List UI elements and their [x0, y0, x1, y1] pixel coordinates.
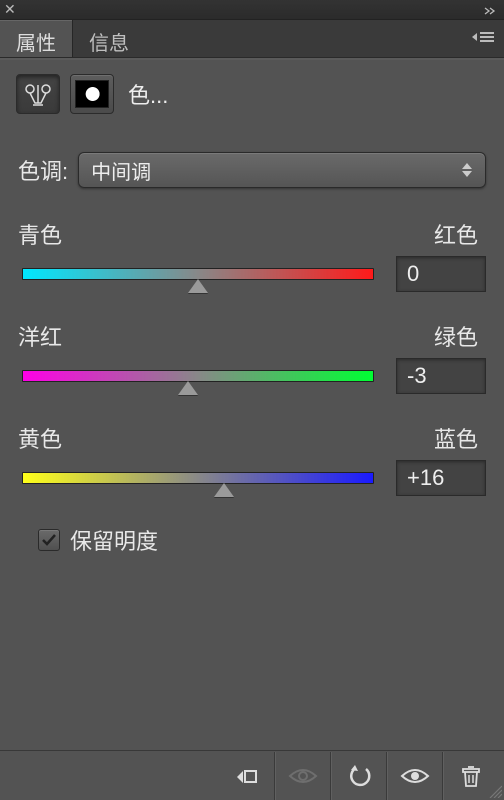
panel-body: 色调: 中间调 青色 红色 0 洋红 绿色: [0, 128, 504, 750]
toggle-visibility-button[interactable]: [386, 752, 442, 800]
tone-dropdown[interactable]: 中间调: [78, 152, 486, 188]
close-icon[interactable]: ✕: [4, 1, 16, 18]
preserve-luminosity-label: 保留明度: [70, 524, 158, 556]
slider-right-label: 红色: [434, 218, 478, 250]
value-input-cyan-red[interactable]: 0: [396, 256, 486, 292]
bottom-toolbar: [0, 750, 504, 800]
reset-button[interactable]: [330, 752, 386, 800]
tab-info[interactable]: 信息: [73, 20, 145, 57]
slider-left-label: 青色: [18, 218, 62, 250]
dropdown-caret-icon: [457, 153, 477, 187]
preserve-luminosity-checkbox[interactable]: [38, 529, 60, 551]
layer-mask-button[interactable]: [70, 74, 114, 114]
mask-thumbnail-icon: [75, 80, 109, 108]
slider-left-label: 黄色: [18, 422, 62, 454]
color-balance-icon-button[interactable]: [16, 74, 60, 114]
value-input-magenta-green[interactable]: -3: [396, 358, 486, 394]
view-previous-state-button[interactable]: [274, 752, 330, 800]
slider-thumb[interactable]: [178, 381, 198, 395]
resize-grip-icon[interactable]: [488, 784, 502, 798]
clip-to-layer-button[interactable]: [218, 752, 274, 800]
slider-yellow-blue: 黄色 蓝色 +16: [18, 422, 486, 496]
slider-magenta-green: 洋红 绿色 -3: [18, 320, 486, 394]
adjustment-title: 色...: [128, 78, 168, 110]
slider-track-cyan-red[interactable]: [22, 268, 374, 280]
slider-right-label: 蓝色: [434, 422, 478, 454]
adjustment-header: 色...: [0, 60, 504, 128]
value-input-yellow-blue[interactable]: +16: [396, 460, 486, 496]
panel-menu-icon[interactable]: [472, 20, 504, 57]
slider-thumb[interactable]: [214, 483, 234, 497]
slider-right-label: 绿色: [434, 320, 478, 352]
slider-left-label: 洋红: [18, 320, 62, 352]
tab-row: 属性 信息: [0, 20, 504, 58]
slider-track-magenta-green[interactable]: [22, 370, 374, 382]
tone-label: 色调:: [18, 154, 68, 186]
slider-cyan-red: 青色 红色 0: [18, 218, 486, 292]
panel-title-strip: ✕: [0, 0, 504, 20]
collapse-panel-icon[interactable]: [484, 5, 500, 15]
slider-track-yellow-blue[interactable]: [22, 472, 374, 484]
slider-thumb[interactable]: [188, 279, 208, 293]
tone-dropdown-value: 中间调: [91, 156, 151, 185]
tab-properties[interactable]: 属性: [0, 20, 73, 57]
